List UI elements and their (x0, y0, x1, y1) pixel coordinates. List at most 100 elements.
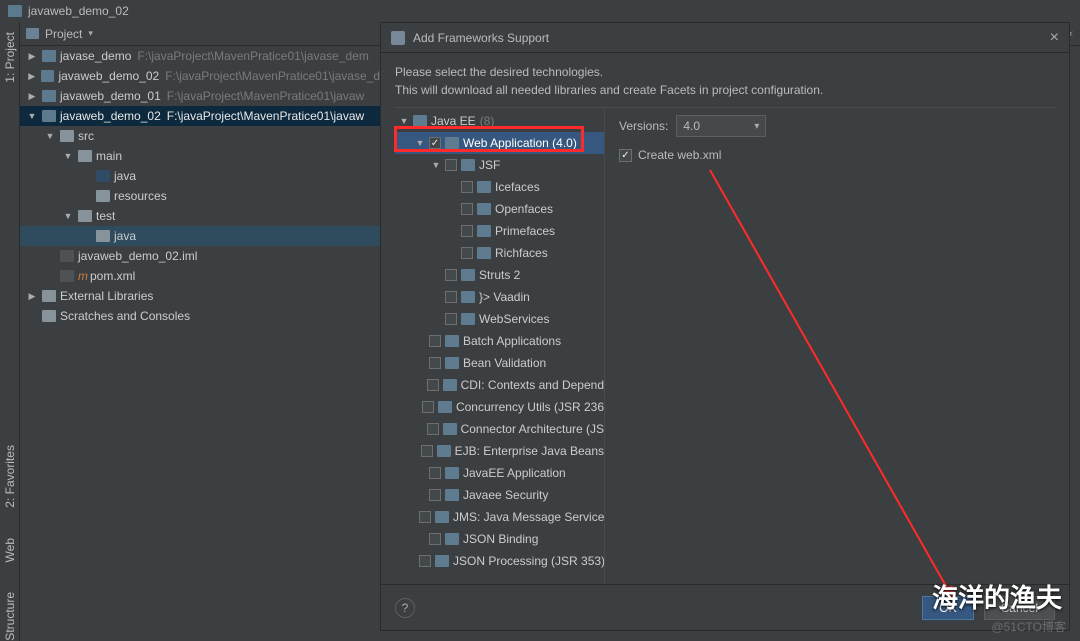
framework-item[interactable]: Javaee Security (395, 484, 604, 506)
framework-icon (438, 401, 452, 413)
framework-item[interactable]: }> Vaadin (395, 286, 604, 308)
framework-icon (477, 225, 491, 237)
tree-node[interactable]: ▶javaweb_demo_01F:\javaProject\MavenPrat… (20, 86, 380, 106)
framework-icon (461, 269, 475, 281)
framework-options: Versions: 4.0 Create web.xml (605, 108, 1055, 584)
framework-item[interactable]: JSON Processing (JSR 353) (395, 550, 604, 572)
tree-node[interactable]: java (20, 226, 380, 246)
framework-item[interactable]: Icefaces (395, 176, 604, 198)
framework-icon (445, 489, 459, 501)
framework-icon (461, 291, 475, 303)
project-tree[interactable]: ▶javase_demoF:\javaProject\MavenPratice0… (20, 46, 380, 641)
framework-checkbox[interactable] (461, 203, 473, 215)
framework-checkbox[interactable] (422, 401, 434, 413)
framework-checkbox[interactable] (461, 181, 473, 193)
framework-icon (461, 313, 475, 325)
project-icon (26, 28, 39, 39)
window-titlebar: javaweb_demo_02 (0, 0, 1080, 22)
ok-button[interactable]: OK (922, 596, 973, 620)
framework-icon (477, 181, 491, 193)
framework-item[interactable]: EJB: Enterprise Java Beans (395, 440, 604, 462)
framework-item[interactable]: Richfaces (395, 242, 604, 264)
framework-icon (445, 335, 459, 347)
framework-item[interactable]: JavaEE Application (395, 462, 604, 484)
framework-icon (443, 379, 457, 391)
create-webxml-label: Create web.xml (638, 148, 721, 162)
tree-node[interactable]: ▶javaweb_demo_02F:\javaProject\MavenPrat… (20, 66, 380, 86)
tree-node[interactable]: ▼src (20, 126, 380, 146)
framework-item[interactable]: Bean Validation (395, 352, 604, 374)
framework-icon (445, 137, 459, 149)
framework-checkbox[interactable] (429, 357, 441, 369)
framework-icon (435, 555, 449, 567)
framework-item[interactable]: JSON Binding (395, 528, 604, 550)
framework-icon (461, 159, 475, 171)
framework-icon (437, 445, 451, 457)
folder-icon (8, 5, 22, 17)
left-gutter: 1: Project 2: Favorites Web Structure (0, 22, 20, 641)
project-label[interactable]: Project (45, 27, 82, 41)
frameworks-list[interactable]: ▼Java EE (8)▼Web Application (4.0)▼JSFIc… (395, 108, 605, 584)
gutter-structure[interactable]: Structure (3, 592, 17, 641)
framework-icon (445, 467, 459, 479)
tree-node[interactable]: resources (20, 186, 380, 206)
framework-icon (413, 115, 427, 127)
framework-checkbox[interactable] (461, 247, 473, 259)
versions-label: Versions: (619, 119, 668, 133)
tree-node[interactable]: ▼javaweb_demo_02F:\javaProject\MavenPrat… (20, 106, 380, 126)
framework-checkbox[interactable] (461, 225, 473, 237)
framework-checkbox[interactable] (429, 137, 441, 149)
tree-node[interactable]: java (20, 166, 380, 186)
tree-node[interactable]: ▼main (20, 146, 380, 166)
framework-checkbox[interactable] (429, 335, 441, 347)
versions-combo[interactable]: 4.0 (676, 115, 766, 137)
framework-item[interactable]: JMS: Java Message Service (395, 506, 604, 528)
dialog-footer: ? OK Cancel (381, 584, 1069, 630)
add-frameworks-dialog: Add Frameworks Support × Please select t… (380, 22, 1070, 631)
tree-node[interactable]: ▶javase_demoF:\javaProject\MavenPratice0… (20, 46, 380, 66)
framework-item[interactable]: CDI: Contexts and Depend (395, 374, 604, 396)
framework-item[interactable]: Batch Applications (395, 330, 604, 352)
dialog-titlebar: Add Frameworks Support × (381, 23, 1069, 53)
create-webxml-checkbox[interactable] (619, 149, 632, 162)
framework-icon (445, 357, 459, 369)
framework-item[interactable]: WebServices (395, 308, 604, 330)
tree-node[interactable]: ▼test (20, 206, 380, 226)
framework-checkbox[interactable] (421, 445, 433, 457)
help-button[interactable]: ? (395, 598, 415, 618)
framework-icon (445, 533, 459, 545)
framework-item[interactable]: Struts 2 (395, 264, 604, 286)
dialog-description: Please select the desired technologies. … (395, 63, 1055, 99)
framework-checkbox[interactable] (419, 511, 431, 523)
tree-node[interactable]: mpom.xml (20, 266, 380, 286)
framework-icon (477, 247, 491, 259)
framework-item[interactable]: ▼Java EE (8) (395, 110, 604, 132)
gutter-favorites[interactable]: 2: Favorites (3, 445, 17, 508)
framework-checkbox[interactable] (445, 313, 457, 325)
framework-item[interactable]: Openfaces (395, 198, 604, 220)
framework-checkbox[interactable] (445, 159, 457, 171)
framework-checkbox[interactable] (445, 291, 457, 303)
gutter-project[interactable]: 1: Project (3, 32, 17, 83)
close-icon[interactable]: × (1050, 29, 1059, 47)
framework-checkbox[interactable] (427, 379, 439, 391)
framework-item[interactable]: Primefaces (395, 220, 604, 242)
framework-item[interactable]: ▼Web Application (4.0) (395, 132, 604, 154)
tree-node[interactable]: Scratches and Consoles (20, 306, 380, 326)
gutter-web[interactable]: Web (3, 538, 17, 562)
cancel-button[interactable]: Cancel (984, 596, 1055, 620)
framework-item[interactable]: ▼JSF (395, 154, 604, 176)
framework-checkbox[interactable] (427, 423, 439, 435)
tree-node[interactable]: javaweb_demo_02.iml (20, 246, 380, 266)
framework-item[interactable]: Concurrency Utils (JSR 236 (395, 396, 604, 418)
framework-checkbox[interactable] (429, 533, 441, 545)
framework-item[interactable]: Connector Architecture (JS (395, 418, 604, 440)
framework-checkbox[interactable] (429, 467, 441, 479)
framework-checkbox[interactable] (419, 555, 431, 567)
framework-checkbox[interactable] (445, 269, 457, 281)
framework-icon (477, 203, 491, 215)
tree-node[interactable]: ▶External Libraries (20, 286, 380, 306)
framework-checkbox[interactable] (429, 489, 441, 501)
app-icon (391, 31, 405, 45)
dialog-title: Add Frameworks Support (413, 31, 549, 45)
